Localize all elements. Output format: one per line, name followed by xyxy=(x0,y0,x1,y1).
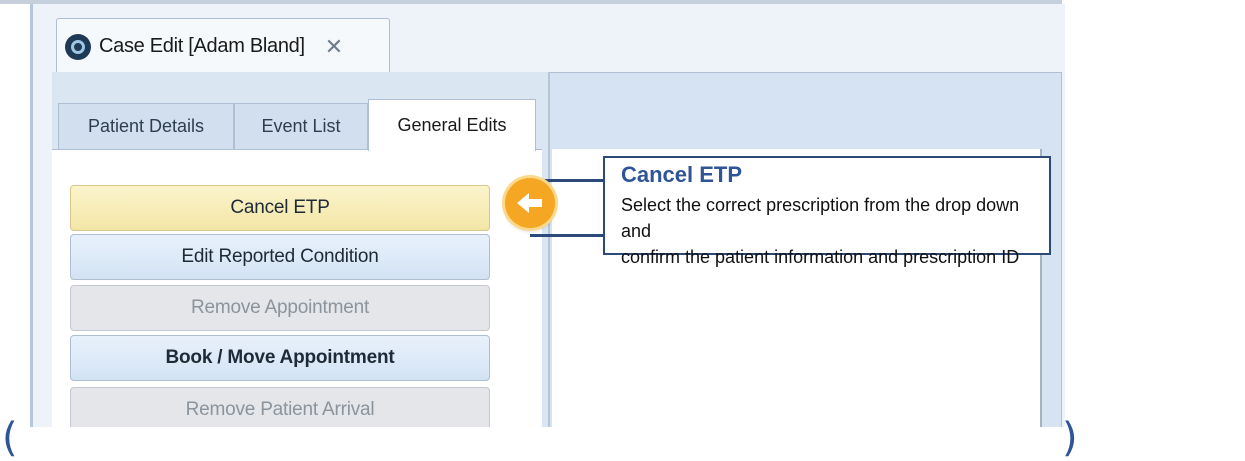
callout-text-line-1: Select the correct prescription from the… xyxy=(621,195,1020,241)
right-parenthesis: ) xyxy=(1062,415,1078,461)
callout-text-line-2: confirm the patient information and pres… xyxy=(621,247,1020,267)
book-move-appointment-button[interactable]: Book / Move Appointment xyxy=(70,335,490,381)
remove-appointment-button: Remove Appointment xyxy=(70,285,490,331)
case-edit-icon xyxy=(65,33,91,60)
callout-connector-bottom xyxy=(530,234,604,237)
edit-reported-condition-button[interactable]: Edit Reported Condition xyxy=(70,234,490,280)
tab-patient-details[interactable]: Patient Details xyxy=(58,103,234,149)
tab-general-edits[interactable]: General Edits xyxy=(368,99,536,151)
left-parenthesis: ( xyxy=(2,415,18,461)
bottom-overlay xyxy=(0,427,1245,461)
document-tab-title: Case Edit [Adam Bland] xyxy=(99,35,305,57)
arrow-left-icon xyxy=(505,178,555,228)
cancel-etp-button[interactable]: Cancel ETP xyxy=(70,185,490,231)
close-icon[interactable]: ✕ xyxy=(325,34,343,60)
callout-title: Cancel ETP xyxy=(621,162,743,187)
help-callout: Cancel ETP Select the correct prescripti… xyxy=(603,156,1051,267)
document-tab-case-edit[interactable]: Case Edit [Adam Bland] ✕ xyxy=(56,18,390,74)
tab-event-list[interactable]: Event List xyxy=(234,103,368,149)
